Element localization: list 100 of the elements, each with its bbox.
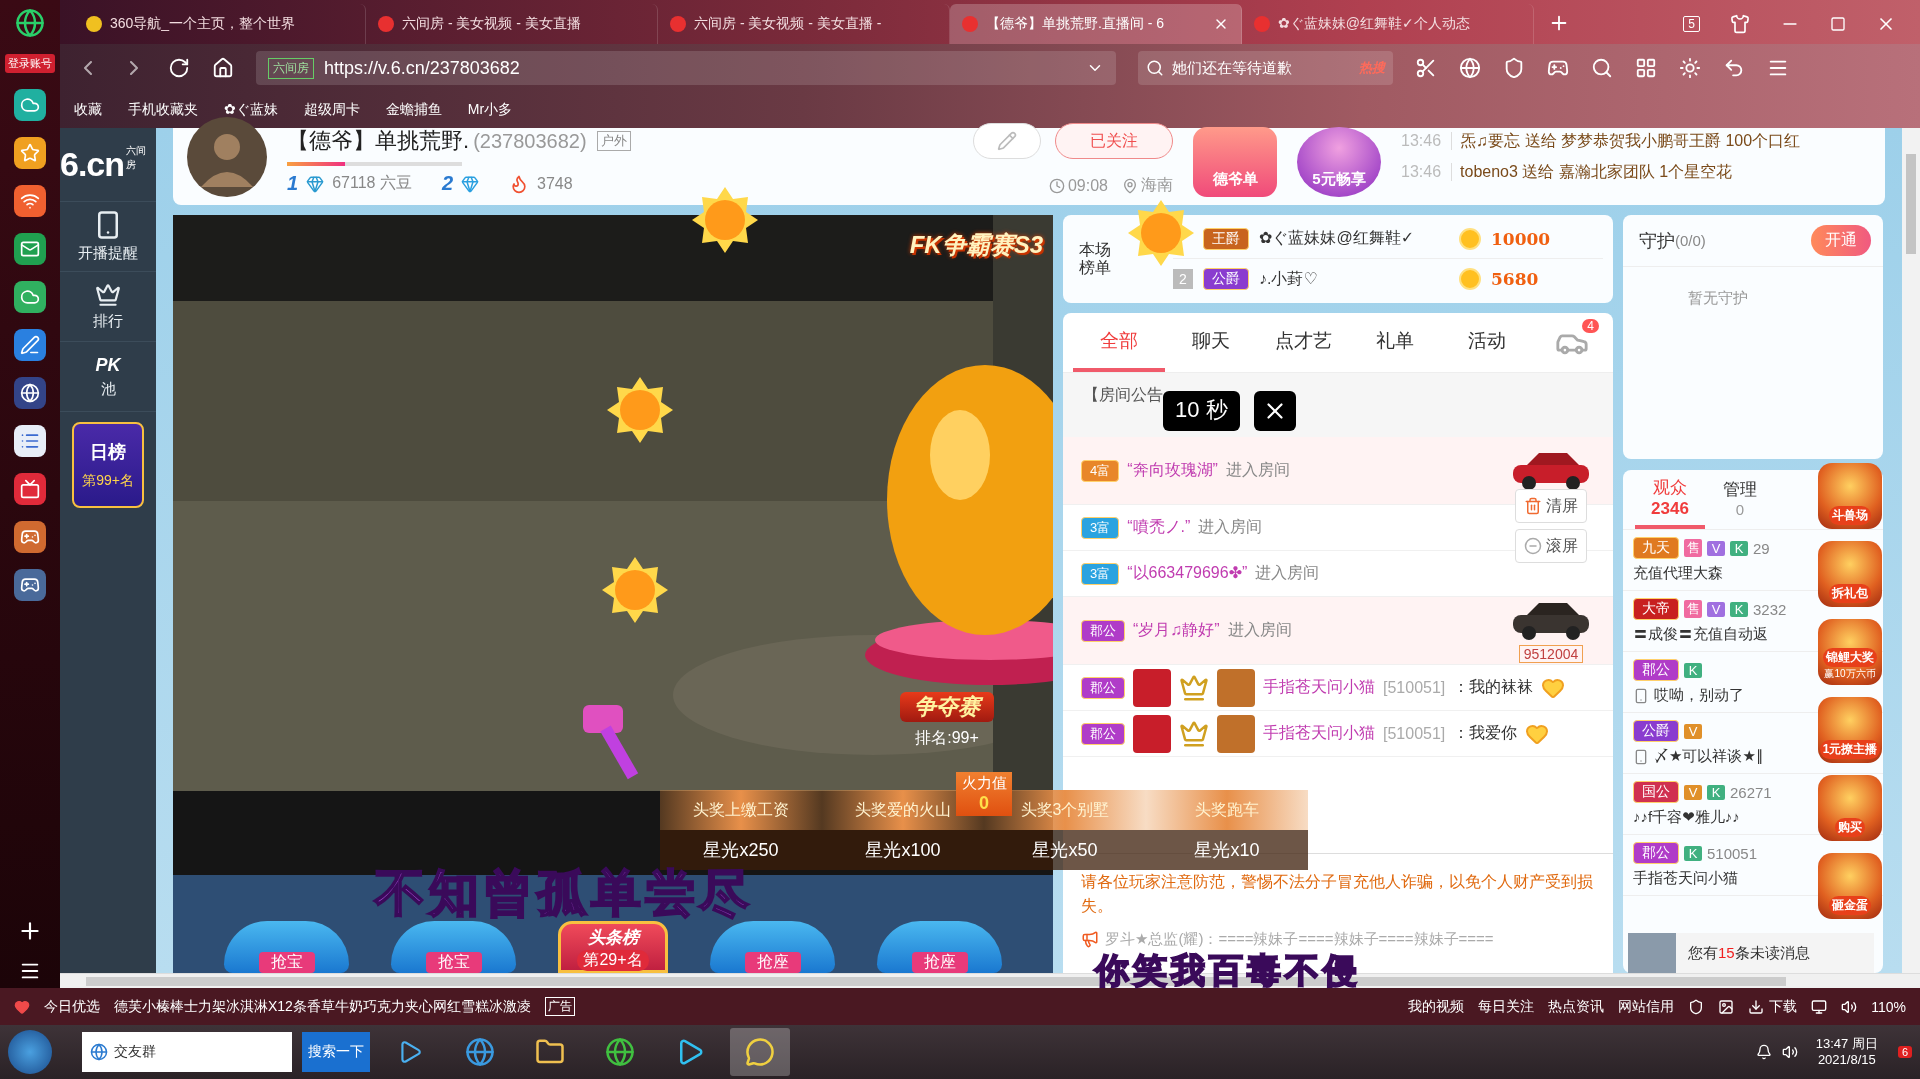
promo-badge[interactable]: 5元畅享 [1297, 126, 1381, 197]
tab-count[interactable]: 5 [1683, 16, 1700, 32]
user-name[interactable]: “岁月♫静好” [1133, 620, 1220, 641]
audience-tab[interactable]: 管理 0 [1705, 470, 1775, 529]
address-field[interactable]: 六间房 https://v.6.cn/237803682 [256, 51, 1116, 85]
status-link[interactable]: 热点资讯 [1548, 997, 1605, 1016]
message-text: 进入房间 [1255, 563, 1320, 583]
ad-text[interactable]: 德芙小榛棒士力架冰淇淋X12条香草牛奶巧克力夹心网红雪糕冰激凌 [114, 997, 531, 1016]
browser-tab[interactable]: 【德爷】单挑荒野.直播间 - 6 [950, 4, 1242, 44]
minus-circle-icon [1524, 537, 1542, 555]
trash-icon [1524, 497, 1542, 515]
search-field[interactable]: 交友群 [82, 1032, 292, 1072]
volume-icon[interactable] [1841, 998, 1858, 1015]
status-link[interactable]: 网站信用 [1618, 997, 1675, 1016]
mail-icon[interactable] [14, 233, 46, 265]
edit-button[interactable] [973, 123, 1041, 159]
search-icon[interactable] [1591, 57, 1613, 79]
user-name[interactable]: 哎呦，别动了 [1654, 686, 1744, 705]
star-level: 2 [441, 172, 453, 195]
treasure-button[interactable]: 抢宝 [224, 921, 349, 973]
promo-button[interactable]: 拆礼包 [1818, 541, 1882, 607]
search-button[interactable]: 搜索一下 [302, 1032, 370, 1072]
audience-tab[interactable]: 观众 2346 [1635, 470, 1705, 529]
image-icon[interactable] [1718, 998, 1735, 1015]
volume-icon[interactable] [1781, 1044, 1798, 1060]
user-name[interactable]: 〆★可以祥谈★∥ [1654, 747, 1764, 766]
scroll-button[interactable]: 滚屏 [1515, 529, 1587, 563]
chat-tab[interactable]: 活动 [1441, 313, 1533, 372]
daily-rank-card[interactable]: 日榜 第99+名 [72, 422, 144, 508]
user-name[interactable]: 手指苍天问小猫 [1263, 723, 1375, 744]
shield-icon[interactable] [1688, 998, 1705, 1015]
download-button[interactable]: 下载 [1748, 997, 1798, 1016]
bell-icon[interactable] [1755, 1044, 1772, 1060]
user-name[interactable]: 〓成俊〓充值自动返 [1633, 625, 1768, 644]
scissors-icon[interactable] [1415, 57, 1437, 79]
game-icon[interactable] [14, 569, 46, 601]
bookmark[interactable]: Mr小多 [467, 101, 513, 119]
monitor-icon[interactable] [1811, 998, 1828, 1015]
undo-icon[interactable] [1723, 57, 1745, 79]
zoom-level[interactable]: 110% [1871, 998, 1906, 1015]
pen-icon[interactable] [14, 329, 46, 361]
chat-tab[interactable]: 点才艺 [1257, 313, 1349, 372]
level-badge: 九天 [1633, 537, 1679, 559]
close-button[interactable] [1253, 391, 1296, 431]
reload-icon[interactable] [168, 57, 190, 79]
game-icon[interactable] [14, 521, 46, 553]
cloud-icon[interactable] [14, 281, 46, 313]
bookmark[interactable]: 收藏 [74, 101, 102, 119]
user-name[interactable]: “以663479696✤” [1127, 563, 1248, 584]
promo-button[interactable]: 砸金蛋 [1818, 853, 1882, 919]
maximize-icon[interactable] [1830, 16, 1846, 32]
shirt-icon[interactable] [1730, 14, 1750, 34]
home-icon[interactable] [212, 57, 234, 79]
document-icon[interactable] [14, 425, 46, 457]
app-icon[interactable] [14, 89, 46, 121]
seat-button[interactable]: 抢座 [710, 921, 835, 973]
app-icon[interactable] [14, 185, 46, 217]
user-name[interactable]: “噴禿ノ.” [1127, 517, 1191, 538]
status-link[interactable]: 每日关注 [1478, 997, 1535, 1016]
search-field[interactable]: 她们还在等待道歉 热搜 [1138, 51, 1393, 85]
notification-badge[interactable]: 6 [1897, 1046, 1912, 1058]
bookmark[interactable]: 金蟾捕鱼 [385, 101, 442, 119]
sun-icon[interactable] [1679, 57, 1701, 79]
user-name[interactable]: 手指苍天问小猫 [1263, 677, 1375, 698]
user-badge: 售 [1684, 600, 1702, 618]
grid-icon[interactable] [1635, 57, 1657, 79]
promo-button[interactable]: 锦鲤大奖 赢10万六币 [1818, 619, 1882, 685]
login-label[interactable]: 登录账号 [5, 54, 55, 73]
chat-tab[interactable]: 礼单 [1349, 313, 1441, 372]
globe-icon[interactable] [15, 8, 45, 38]
bookmark[interactable]: 超级周卡 [303, 101, 360, 119]
status-link[interactable]: 我的视频 [1408, 997, 1465, 1016]
fire-value-panel: 火力值 0 [956, 772, 1012, 816]
user-name[interactable]: ♪♪f千容❤雅儿♪♪ [1633, 808, 1740, 827]
start-button[interactable] [8, 1030, 52, 1074]
ranking-title[interactable]: 本场榜单 [1077, 240, 1113, 278]
taskbar-app-icon[interactable] [730, 1028, 790, 1076]
seat-button[interactable]: 抢座 [877, 921, 1002, 973]
bookmark[interactable]: 手机收藏夹 [128, 101, 198, 119]
contest-logo: FK争霸赛S3 [909, 230, 1043, 260]
clock[interactable]: 13:47 周日 2021/8/15 [1815, 1035, 1878, 1069]
promo-button[interactable]: 1元撩主播 [1818, 697, 1882, 763]
app-icon[interactable] [14, 473, 46, 505]
user-name[interactable]: 手指苍天问小猫 [1633, 869, 1738, 888]
promo-button[interactable]: 购买 [1818, 775, 1882, 841]
treasure-button[interactable]: 抢宝 [391, 921, 516, 973]
user-name[interactable]: 充值代理大森 [1633, 564, 1723, 583]
status-label[interactable]: 今日优选 [44, 997, 100, 1016]
promo-button[interactable]: 斗兽场 [1818, 463, 1882, 529]
empty-text: 暂无守护 [1687, 289, 1749, 308]
headline-rank-card[interactable]: 头条榜 第29+名 [558, 921, 668, 973]
user-name[interactable]: “奔向玫瑰湖” [1127, 460, 1218, 481]
bookmark[interactable]: ✿ぐ蓝妹 [224, 101, 278, 119]
translate-icon[interactable] [1459, 57, 1481, 79]
clear-button[interactable]: 清屏 [1515, 489, 1587, 523]
app-icon[interactable] [14, 377, 46, 409]
broadcast-text: 罗斗★总监(耀)：====辣妹子====辣妹子====辣妹子==== [1105, 930, 1494, 949]
chat-tab[interactable]: 聊天 [1165, 313, 1257, 372]
scrollbar-thumb[interactable] [1906, 154, 1916, 254]
rank-number: 2 [1173, 269, 1193, 289]
